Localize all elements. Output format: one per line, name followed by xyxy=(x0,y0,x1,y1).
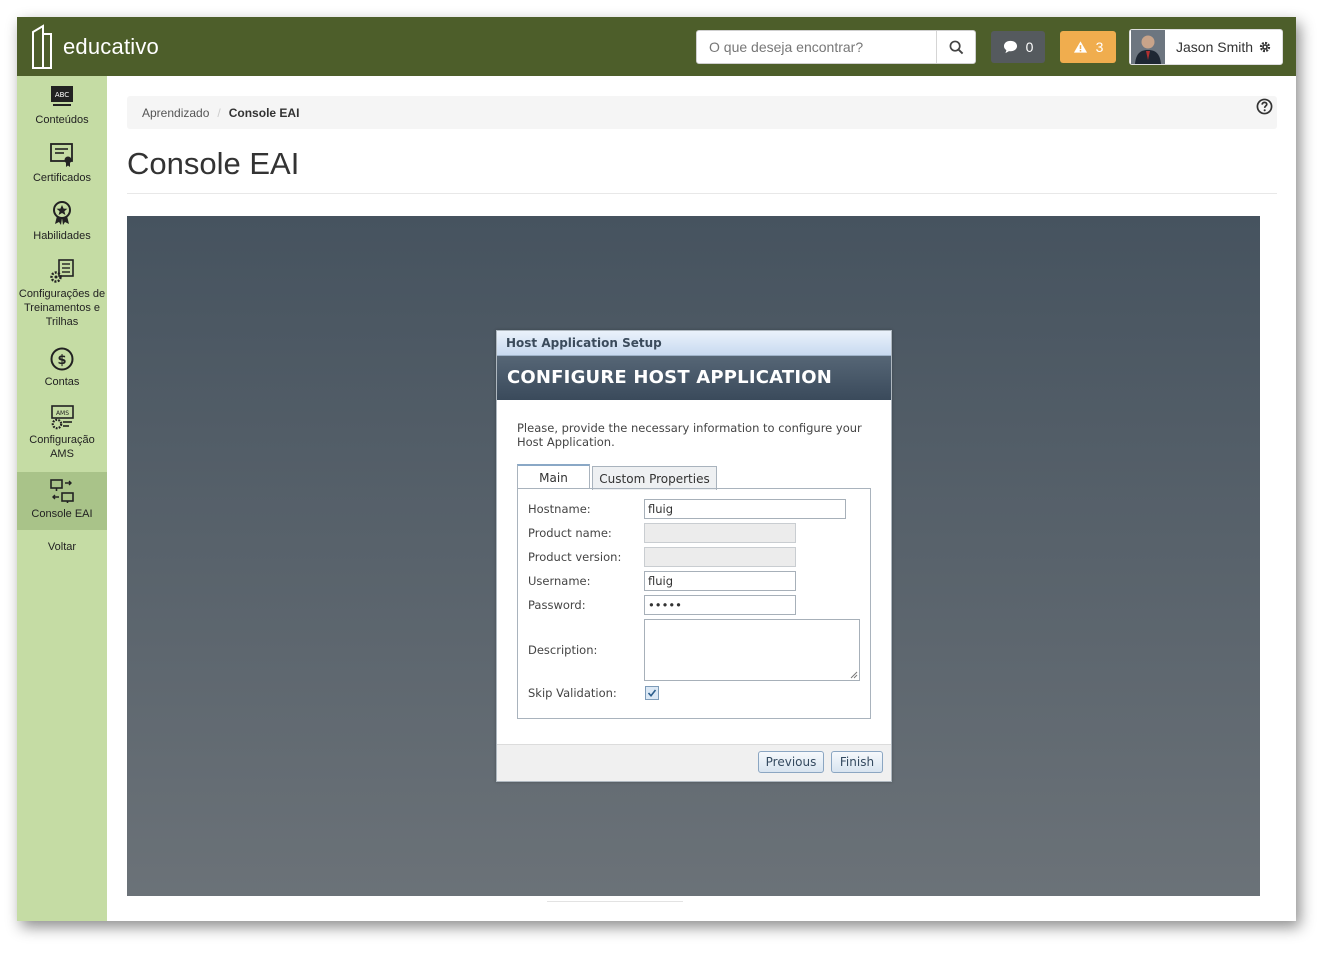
description-textarea[interactable] xyxy=(644,619,860,681)
logo-icon xyxy=(32,24,52,69)
frame-bottom-edge xyxy=(547,896,683,902)
host-application-dialog: Host Application Setup CONFIGURE HOST AP… xyxy=(496,330,892,782)
alerts-button[interactable]: 3 xyxy=(1060,31,1116,63)
sidebar-item-certificados[interactable]: Certificados xyxy=(17,142,107,192)
user-menu[interactable]: Jason Smith xyxy=(1129,29,1283,65)
gear-icon[interactable] xyxy=(1258,40,1272,54)
breadcrumb-parent[interactable]: Aprendizado xyxy=(142,106,209,120)
main-tab-panel: Hostname: Product name: Product version:… xyxy=(517,488,871,719)
sidebar-item-conteudos[interactable]: ABC Conteúdos xyxy=(17,84,107,134)
dialog-header: CONFIGURE HOST APPLICATION xyxy=(497,356,891,400)
tab-custom-properties[interactable]: Custom Properties xyxy=(592,466,717,490)
page-title: Console EAI xyxy=(127,146,300,181)
warning-icon xyxy=(1073,41,1087,53)
product-version-label: Product version: xyxy=(528,550,622,564)
avatar xyxy=(1131,30,1165,64)
username-label: Username: xyxy=(528,574,591,588)
sidebar-item-voltar[interactable]: Voltar xyxy=(17,540,107,560)
network-icon xyxy=(50,479,74,503)
svg-text:$: $ xyxy=(57,353,66,368)
badge-icon xyxy=(53,201,71,225)
abc-board-icon: ABC xyxy=(51,86,73,106)
sidebar-item-label: Voltar xyxy=(47,541,77,553)
finish-button[interactable]: Finish xyxy=(831,751,883,773)
dialog-intro: Please, provide the necessary informatio… xyxy=(517,421,862,449)
logo-text: educativo xyxy=(63,34,159,59)
sidebar-item-label: Contas xyxy=(44,376,80,388)
user-name: Jason Smith xyxy=(1176,39,1254,55)
sidebar-item-console-eai[interactable]: Console EAI xyxy=(17,472,107,530)
sidebar-item-label: Habilidades xyxy=(33,230,91,242)
sidebar-item-label: Configuração AMS xyxy=(29,434,95,460)
sidebar-item-configuracao-ams[interactable]: AMS Configuração AMS xyxy=(17,404,107,468)
tab-main[interactable]: Main xyxy=(517,464,590,489)
sidebar-item-label: Console EAI xyxy=(31,508,93,520)
search-input[interactable] xyxy=(697,31,937,63)
breadcrumb-separator: / xyxy=(217,105,221,120)
dialog-title: Host Application Setup xyxy=(497,331,891,356)
sidebar-item-label: Conteúdos xyxy=(35,114,89,126)
hostname-input[interactable] xyxy=(644,499,846,519)
svg-text:AMS: AMS xyxy=(56,410,69,417)
product-version-input xyxy=(644,547,796,567)
eai-console-frame: Host Application Setup CONFIGURE HOST AP… xyxy=(127,216,1260,896)
product-name-input xyxy=(644,523,796,543)
divider xyxy=(127,193,1277,194)
logo[interactable]: educativo xyxy=(29,23,179,71)
app-window: educativo 0 3 xyxy=(17,17,1296,921)
ams-settings-icon: AMS xyxy=(51,405,74,430)
search-box xyxy=(696,30,976,64)
chat-bubble-icon xyxy=(1003,40,1017,54)
main-content: Aprendizado / Console EAI Console EAI Ho… xyxy=(107,76,1296,921)
breadcrumb-current: Console EAI xyxy=(228,105,300,120)
password-input[interactable] xyxy=(644,595,796,615)
dialog-footer: Previous Finish xyxy=(497,744,891,781)
alerts-count: 3 xyxy=(1095,39,1104,55)
search-icon xyxy=(949,40,963,54)
product-name-label: Product name: xyxy=(528,526,612,540)
settings-list-icon xyxy=(50,259,74,283)
sidebar: ABC Conteúdos Certificados Habilidades C… xyxy=(17,76,107,921)
description-label: Description: xyxy=(528,643,598,657)
checkmark-icon xyxy=(647,689,657,698)
top-bar: educativo 0 3 xyxy=(17,17,1296,76)
messages-button[interactable]: 0 xyxy=(991,31,1045,63)
svg-text:ABC: ABC xyxy=(55,91,69,99)
hostname-label: Hostname: xyxy=(528,502,591,516)
resize-handle-icon[interactable] xyxy=(850,671,858,679)
username-input[interactable] xyxy=(644,571,796,591)
dollar-icon: $ xyxy=(50,347,74,371)
sidebar-item-habilidades[interactable]: Habilidades xyxy=(17,200,107,250)
sidebar-item-label: Certificados xyxy=(32,172,92,184)
password-label: Password: xyxy=(528,598,586,612)
sidebar-item-contas[interactable]: $ Contas xyxy=(17,346,107,396)
breadcrumb: Aprendizado / Console EAI xyxy=(127,96,1277,129)
sidebar-item-configuracoes-treinamentos[interactable]: Configurações de Treinamentos e Trilhas xyxy=(17,258,107,338)
messages-count: 0 xyxy=(1025,39,1034,55)
help-icon[interactable] xyxy=(1256,98,1273,115)
certificate-icon xyxy=(50,143,73,167)
previous-button[interactable]: Previous xyxy=(758,751,824,773)
skip-validation-label: Skip Validation: xyxy=(528,686,617,700)
sidebar-item-label: Configurações de Treinamentos e Trilhas xyxy=(18,288,106,328)
skip-validation-checkbox[interactable] xyxy=(645,686,659,700)
search-button[interactable] xyxy=(936,31,975,63)
